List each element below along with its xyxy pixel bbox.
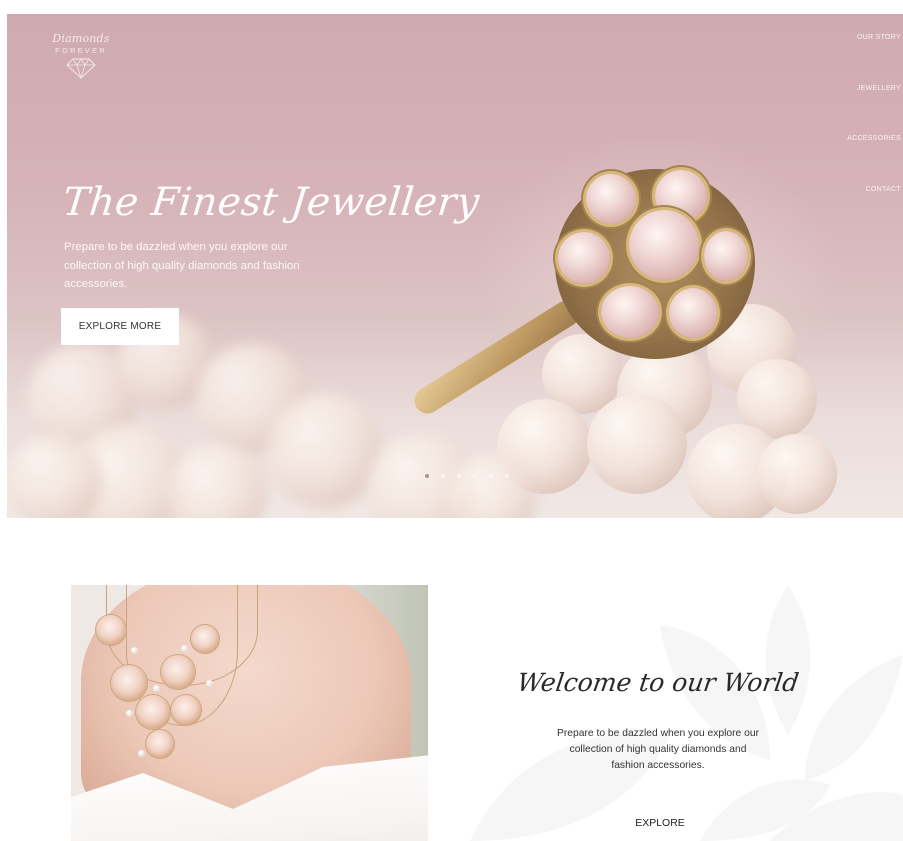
welcome-title: Welcome to our World — [515, 668, 801, 697]
hero-title: The Finest Jewellery — [60, 180, 482, 225]
brand-logo-caps: FOREVER — [55, 46, 107, 55]
slider-dot-2[interactable] — [441, 474, 445, 478]
brand-logo-script: Diamonds — [52, 32, 110, 45]
welcome-description: Prepare to be dazzled when you explore o… — [556, 728, 760, 771]
hero-banner: Diamonds FOREVER OUR STORY JEWELLERY ACC… — [7, 14, 903, 518]
nav-item-our-story[interactable]: OUR STORY — [847, 34, 901, 85]
slider-dot-3[interactable] — [457, 474, 461, 478]
slider-pagination — [425, 474, 509, 478]
necklace-photo — [71, 585, 428, 841]
nav-item-jewellery[interactable]: JEWELLERY — [847, 85, 901, 136]
hero-description: Prepare to be dazzled when you explore o… — [64, 241, 300, 290]
explore-button[interactable]: EXPLORE — [618, 812, 702, 834]
slider-dot-5[interactable] — [489, 474, 493, 478]
nav-item-accessories[interactable]: ACCESSORIES — [847, 135, 901, 186]
nav-item-contact[interactable]: CONTACT — [847, 186, 901, 237]
slider-dot-6[interactable] — [505, 474, 509, 478]
lotus-watermark — [470, 585, 903, 841]
brand-logo[interactable]: Diamonds FOREVER — [49, 32, 113, 79]
slider-dot-4[interactable] — [473, 474, 477, 478]
diamond-outline-icon — [66, 58, 96, 79]
main-nav: OUR STORY JEWELLERY ACCESSORIES CONTACT — [847, 34, 901, 236]
slider-dot-1[interactable] — [425, 474, 429, 478]
explore-more-button[interactable]: EXPLORE MORE — [61, 308, 179, 345]
